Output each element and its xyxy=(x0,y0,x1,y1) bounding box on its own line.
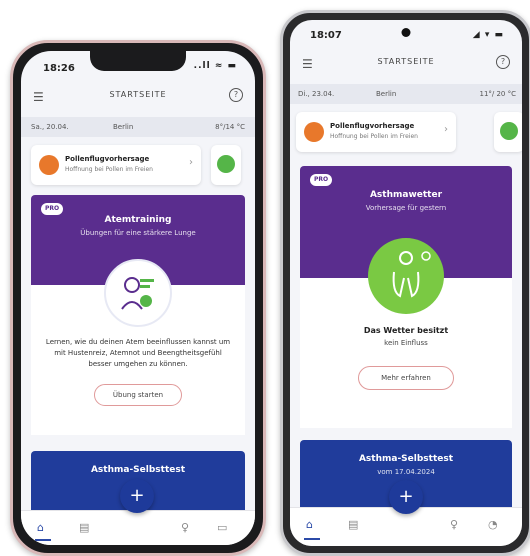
pollen-card[interactable]: Pollenflugvorhersage Hoffnung bei Pollen… xyxy=(296,112,456,152)
card-carousel: Pollenflugvorhersage Hoffnung bei Pollen… xyxy=(21,145,255,187)
tips-icon[interactable]: ♀ xyxy=(181,521,189,534)
pollen-icon xyxy=(304,122,324,142)
feature-title: Asthmawetter xyxy=(369,190,443,200)
feature-title: Atemtraining xyxy=(104,215,172,225)
weather-bar: Di., 23.04. Berlin 11°/ 20 °C xyxy=(290,84,522,104)
feature-subtitle: Vorhersage für gestern xyxy=(365,204,447,212)
pollen-card[interactable]: Pollenflugvorhersage Hoffnung bei Pollen… xyxy=(31,145,201,185)
weather-bar: Sa., 20.04. Berlin 8°/14 °C xyxy=(21,117,255,137)
feature-card-body: Lernen, wie du deinen Atem beeinflussen … xyxy=(31,259,245,435)
top-bar: ☰ STARTSEITE ? xyxy=(21,85,255,109)
pro-badge: PRO xyxy=(41,203,63,215)
chevron-right-icon: › xyxy=(189,157,193,168)
pollen-title: Pollenflugvorhersage xyxy=(65,155,150,163)
next-card[interactable] xyxy=(494,112,522,152)
help-icon[interactable]: ? xyxy=(496,55,510,69)
weather-temp: 8°/14 °C xyxy=(215,123,245,131)
start-exercise-button[interactable]: Übung starten xyxy=(93,384,183,406)
weather-date: Di., 23.04. xyxy=(298,90,335,98)
feature-description: Lernen, wie du deinen Atem beeinflussen … xyxy=(45,338,231,368)
right-screen: 18:07 ◢ ▾ ▬ ☰ STARTSEITE ? Di., 23.04. B… xyxy=(290,20,522,546)
left-phone: 18:26 ..ll ≈ ▬ ☰ STARTSEITE ? Sa., 20.04… xyxy=(10,40,266,556)
add-button[interactable]: + xyxy=(389,480,423,514)
selftest-title: Asthma-Selbsttest xyxy=(358,454,454,464)
camera xyxy=(401,28,411,37)
feature-subtitle: Übungen für eine stärkere Lunge xyxy=(80,229,196,237)
tips-icon[interactable]: ♀ xyxy=(450,518,458,531)
home-icon[interactable]: ⌂ xyxy=(37,521,44,534)
chevron-right-icon: › xyxy=(444,124,448,135)
pollen-subtitle: Hoffnung bei Pollen im Freien xyxy=(65,166,153,173)
weather-city: Berlin xyxy=(113,123,134,131)
learn-more-button[interactable]: Mehr erfahren xyxy=(358,366,454,390)
lungs-icon xyxy=(368,238,444,314)
weather-temp: 11°/ 20 °C xyxy=(479,90,516,98)
notch xyxy=(90,51,186,71)
active-tab-indicator xyxy=(304,538,320,540)
next-card[interactable] xyxy=(211,145,241,185)
page-title: STARTSEITE xyxy=(377,57,435,66)
green-indicator-icon xyxy=(500,122,518,140)
feature-card-body: Das Wetter besitzt kein Einfluss Mehr er… xyxy=(300,238,512,428)
diary-icon[interactable]: ▤ xyxy=(348,518,358,531)
stats-icon[interactable]: ▭ xyxy=(217,521,227,534)
selftest-title: Asthma-Selbsttest xyxy=(90,465,186,475)
top-bar: ☰ STARTSEITE ? xyxy=(290,52,522,76)
card-carousel: Pollenflugvorhersage Hoffnung bei Pollen… xyxy=(290,112,522,154)
stats-icon[interactable]: ◔ xyxy=(488,518,498,531)
breathing-icon xyxy=(104,259,172,327)
help-icon[interactable]: ? xyxy=(229,88,243,102)
add-button[interactable]: + xyxy=(120,479,154,513)
status-time: 18:07 xyxy=(310,30,342,41)
pollen-title: Pollenflugvorhersage xyxy=(330,122,415,130)
green-indicator-icon xyxy=(217,155,235,173)
weather-date: Sa., 20.04. xyxy=(31,123,69,131)
selftest-date: vom 17.04.2024 xyxy=(377,468,435,476)
pro-badge: PRO xyxy=(310,174,332,186)
diary-icon[interactable]: ▤ xyxy=(79,521,89,534)
weather-city: Berlin xyxy=(376,90,397,98)
left-screen: 18:26 ..ll ≈ ▬ ☰ STARTSEITE ? Sa., 20.04… xyxy=(21,51,255,545)
home-icon[interactable]: ⌂ xyxy=(306,518,313,531)
right-phone: 18:07 ◢ ▾ ▬ ☰ STARTSEITE ? Di., 23.04. B… xyxy=(280,10,530,556)
page-title: STARTSEITE xyxy=(109,90,167,99)
status-icons: ◢ ▾ ▬ xyxy=(472,30,504,40)
status-time: 18:26 xyxy=(43,63,75,74)
pollen-subtitle: Hoffnung bei Pollen im Freien xyxy=(330,133,418,140)
status-icons: ..ll ≈ ▬ xyxy=(193,61,237,71)
pollen-icon xyxy=(39,155,59,175)
bottom-nav: ⌂ ▤ ♀ ▭ xyxy=(21,510,255,545)
active-tab-indicator xyxy=(35,539,51,541)
status-title: Das Wetter besitzt xyxy=(363,326,449,335)
status-subtitle: kein Einfluss xyxy=(384,339,428,347)
